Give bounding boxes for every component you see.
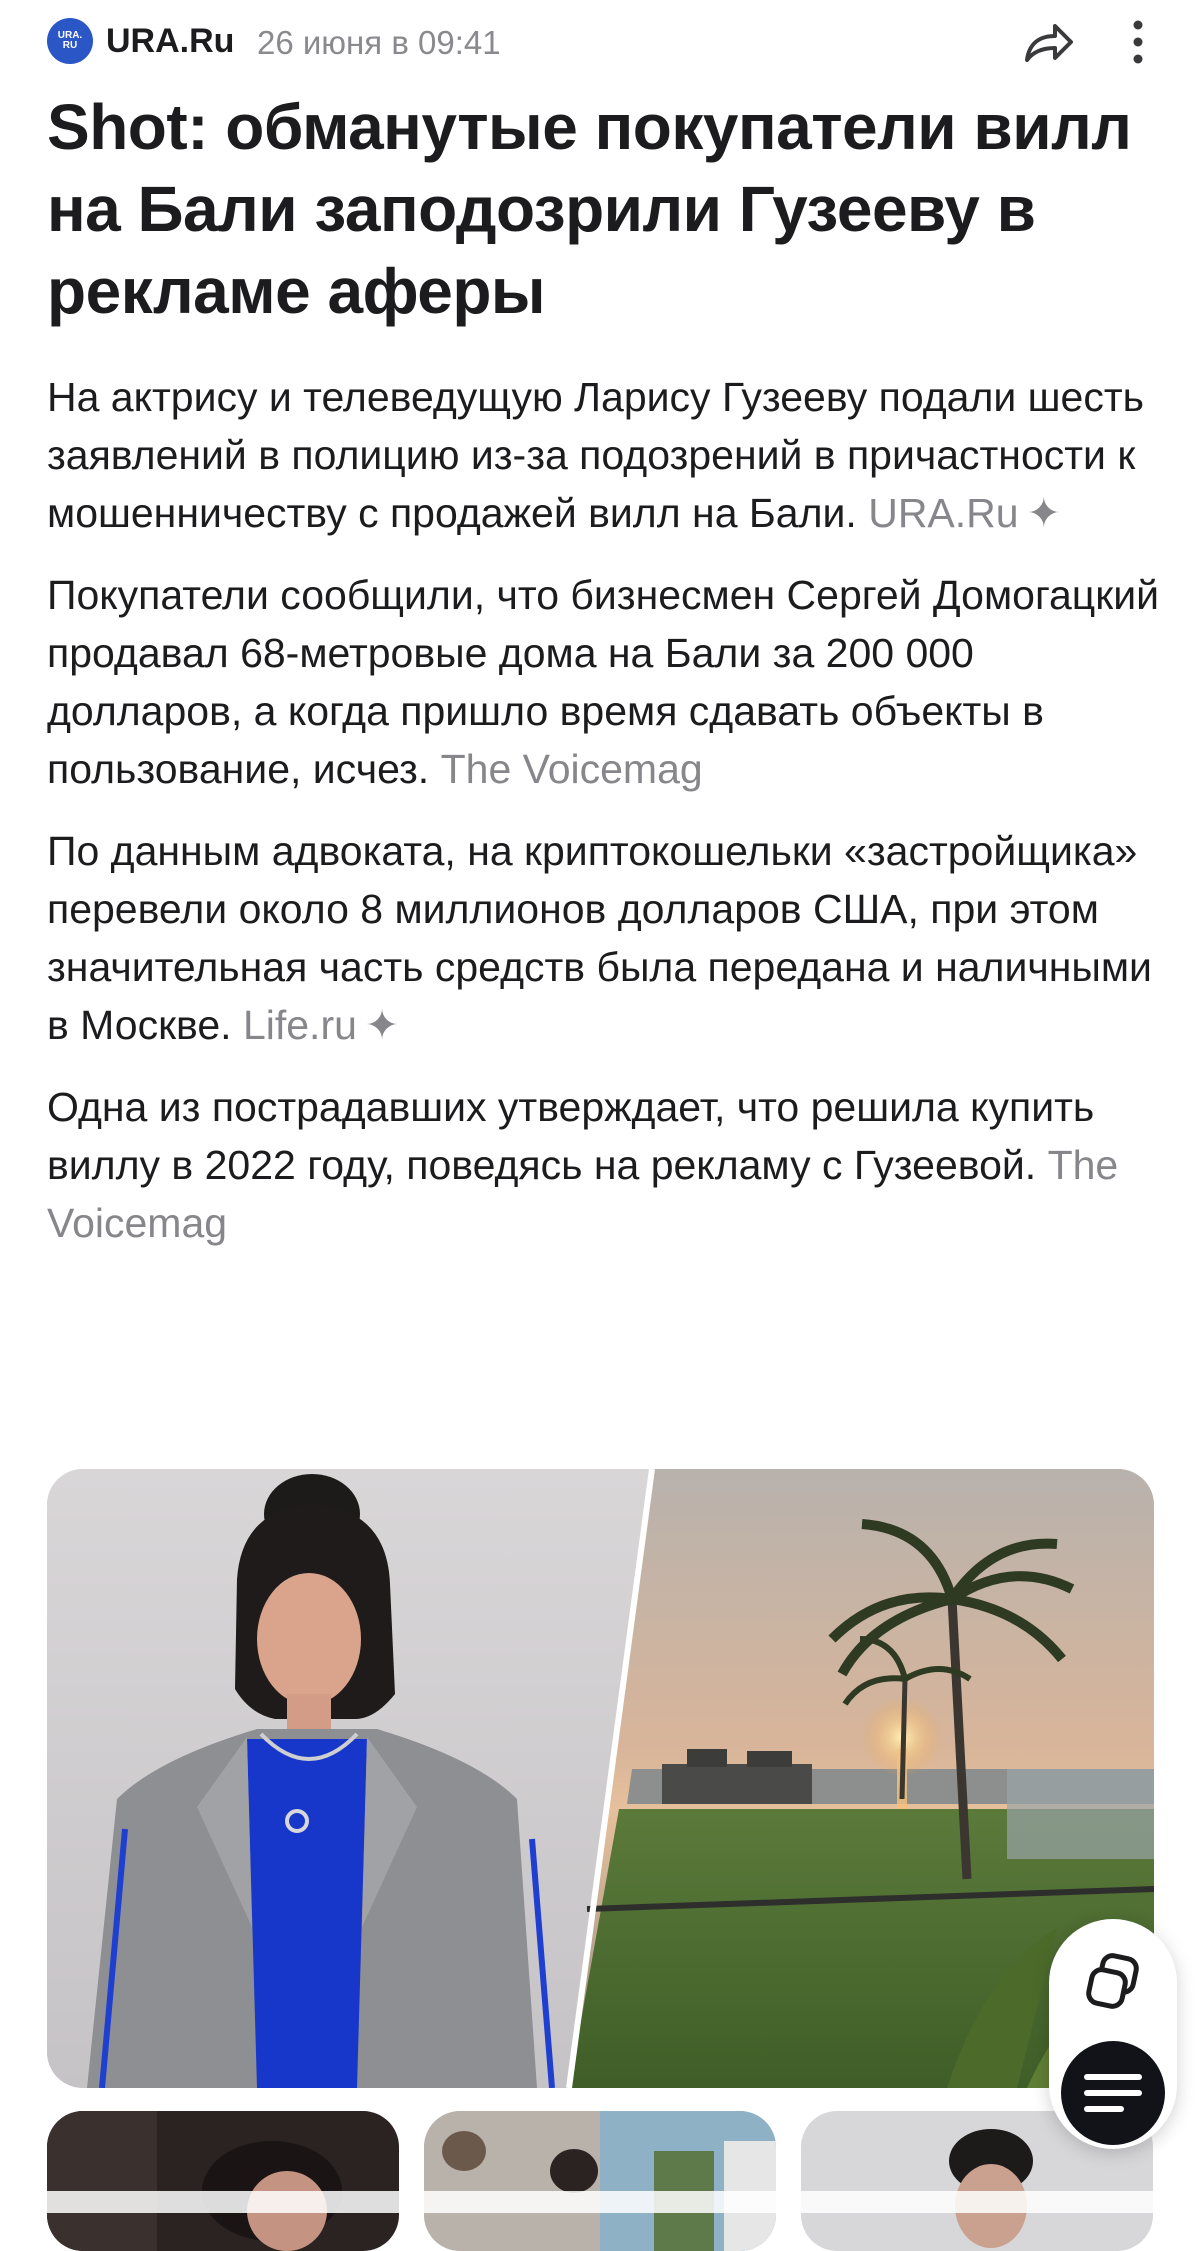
collage-image (47, 1469, 1154, 2088)
thumbnail[interactable] (47, 2111, 399, 2251)
bottom-bar (0, 2191, 1200, 2213)
source-link[interactable]: URA.Ru (868, 490, 1018, 536)
thumbnail-image (424, 2111, 776, 2251)
paragraph-text: По данным адвоката, на криптокошельки «з… (47, 828, 1152, 1048)
more-vertical-icon (1133, 20, 1143, 64)
article-body: На актрису и телеведущую Ларису Гузееву … (47, 368, 1177, 1276)
article-title: Shot: обманутые покупатели вилл на Бали … (47, 91, 1132, 327)
floating-actions (1049, 1919, 1177, 2149)
paragraph: Одна из пострадавших утверждает, что реш… (47, 1078, 1177, 1252)
source-name[interactable]: URA.Ru (106, 22, 234, 61)
source-link[interactable]: The Voicemag (441, 746, 703, 792)
logo-text-bottom: RU (62, 40, 78, 51)
source-logo[interactable]: URA. RU (47, 18, 93, 64)
paragraph: На актрису и телеведущую Ларису Гузееву … (47, 368, 1177, 542)
text-lines-icon (1084, 2074, 1142, 2112)
share-button[interactable] (1021, 16, 1077, 68)
paragraph: Покупатели сообщили, что бизнесмен Серге… (47, 566, 1177, 798)
more-menu-button[interactable] (1123, 16, 1153, 68)
sparkle-icon: ✦ (1026, 490, 1061, 536)
publish-timestamp: 26 июня в 09:41 (257, 24, 501, 61)
source-link[interactable]: Life.ru (243, 1002, 357, 1048)
article-image[interactable] (47, 1469, 1154, 2088)
share-arrow-icon (1025, 24, 1073, 62)
paragraph-text: Одна из пострадавших утверждает, что реш… (47, 1084, 1095, 1188)
article-header: URA. RU URA.Ru 26 июня в 09:41 (47, 14, 1153, 70)
thumbnail-image (47, 2111, 399, 2251)
summary-button[interactable] (1061, 2041, 1165, 2145)
copy-icon (1086, 1953, 1139, 2009)
paragraph: По данным адвоката, на криптокошельки «з… (47, 822, 1177, 1054)
sparkle-icon: ✦ (364, 1002, 400, 1048)
copy-button[interactable] (1081, 1949, 1145, 2013)
thumbnail[interactable] (424, 2111, 776, 2251)
